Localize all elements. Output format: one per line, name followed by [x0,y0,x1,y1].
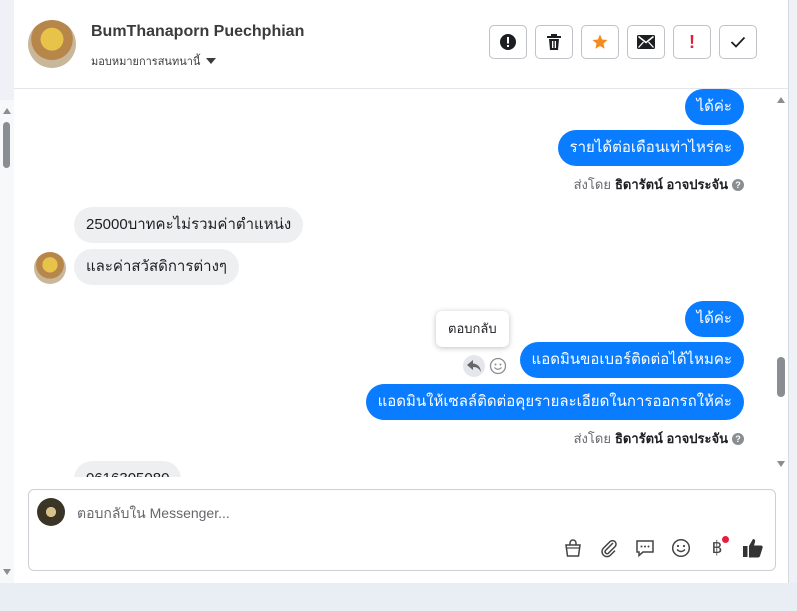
message-bubble-incoming[interactable]: 25000บาทคะไม่รวมค่าตำแหน่ง [74,207,304,243]
conversation-panel: BumThanaporn Puechphian มอบหมายการสนทนาน… [14,0,789,583]
sender-name[interactable]: ธิดารัตน์ อาจประจัน [615,428,728,449]
shop-button[interactable] [561,536,585,560]
react-smiley-icon[interactable] [489,357,507,375]
assign-conversation-dropdown[interactable]: มอบหมายการสนทนานี้ [91,52,217,70]
page-scrollbar[interactable] [0,100,14,583]
help-icon[interactable]: ? [732,178,744,191]
mark-unread-icon [637,35,655,49]
mark-done-button[interactable] [719,25,757,59]
scroll-down-icon[interactable] [3,569,11,575]
scroll-thumb[interactable] [3,122,10,168]
contact-avatar-small [34,252,66,284]
sender-name[interactable]: ธิดารัตน์ อาจประจัน [615,174,728,195]
shopping-bag-icon [565,539,581,557]
important-icon: ! [689,31,695,52]
message-bubble-outgoing[interactable]: รายได้ต่อเดือนเท่าไหร่คะ [557,130,744,166]
mark-unread-button[interactable] [627,25,665,59]
scroll-thumb[interactable] [777,357,785,397]
trash-icon [547,34,561,50]
baht-icon: ฿ [711,538,723,557]
message-bubble-outgoing[interactable]: ได้ค่ะ [684,89,744,125]
help-icon[interactable]: ? [732,432,744,445]
page-footer-area [0,583,797,611]
emoji-button[interactable] [669,536,693,560]
reply-icon[interactable] [463,355,485,377]
sent-by-label: ส่งโดย ธิดารัตน์ อาจประจัน ? [574,174,744,195]
message-bubble-outgoing[interactable]: แอดมินขอเบอร์ติดต่อได้ไหมคะ [519,342,744,378]
reply-composer: ฿ [28,489,776,571]
chevron-down-icon [206,58,217,64]
scroll-up-icon[interactable] [3,108,11,114]
reply-input[interactable] [77,502,577,524]
contact-name[interactable]: BumThanaporn Puechphian [91,23,304,41]
assign-label: มอบหมายการสนทนานี้ [91,56,201,68]
delete-button[interactable] [535,25,573,59]
page-avatar [37,498,65,526]
conversation-header: BumThanaporn Puechphian มอบหมายการสนทนาน… [14,0,788,89]
thumbs-up-icon [743,539,763,558]
report-spam-button[interactable] [489,25,527,59]
chat-bubble-icon [636,540,654,558]
message-bubble-incoming[interactable]: และค่าสวัสดิการต่างๆ [74,249,239,285]
contact-avatar[interactable] [28,20,76,68]
reply-tooltip: ตอบกลับ [436,311,509,347]
like-button[interactable] [741,536,765,560]
sent-by-prefix: ส่งโดย [573,177,611,192]
check-icon [730,36,746,48]
saved-replies-button[interactable] [633,536,657,560]
notification-dot [722,536,729,543]
thread-scrollbar[interactable] [774,89,788,477]
scroll-up-icon[interactable] [777,97,785,103]
paperclip-icon [601,539,617,558]
star-icon [592,34,608,49]
attach-button[interactable] [597,536,621,560]
payment-button[interactable]: ฿ [705,536,729,560]
star-button[interactable] [581,25,619,59]
sent-by-prefix: ส่งโดย [573,431,611,446]
message-thread[interactable]: ได้ค่ะ รายได้ต่อเดือนเท่าไหร่คะ ส่งโดย ธ… [14,89,788,477]
scroll-down-icon[interactable] [777,461,785,467]
message-bubble-outgoing[interactable]: ได้ค่ะ [684,301,744,337]
sent-by-label: ส่งโดย ธิดารัตน์ อาจประจัน ? [574,428,744,449]
conversation-toolbar: ! [489,25,757,59]
reply-arrow-icon [467,360,481,372]
message-bubble-incoming[interactable]: 0616305080 [74,461,182,477]
message-bubble-outgoing[interactable]: แอดมินให้เซลล์ติดต่อคุยรายละเอียดในการออ… [365,384,744,420]
mark-important-button[interactable]: ! [673,25,711,59]
report-spam-icon [500,34,516,50]
composer-toolbar: ฿ [561,536,765,560]
emoji-icon [671,538,691,558]
